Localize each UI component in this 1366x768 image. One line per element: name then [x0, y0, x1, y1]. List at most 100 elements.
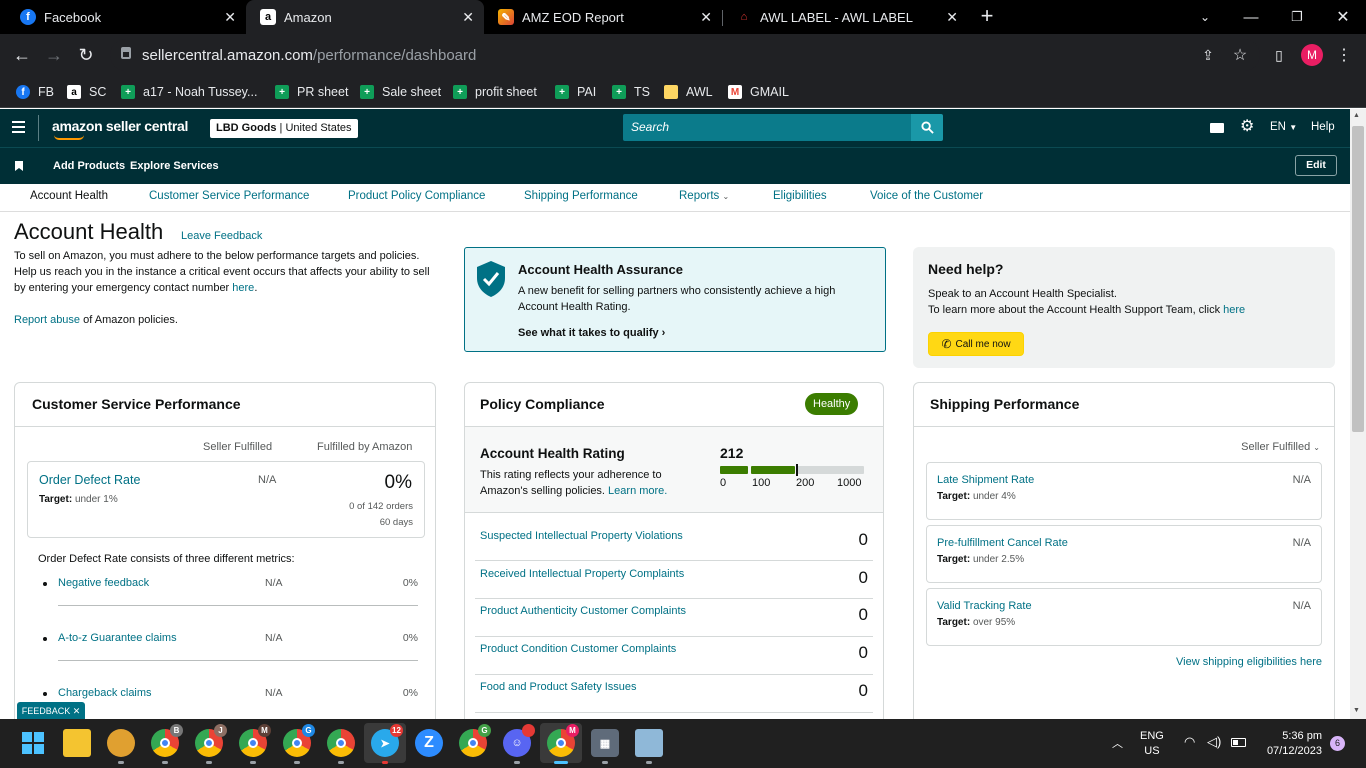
- bookmark-item[interactable]: AWL: [664, 82, 713, 102]
- windows-start-icon[interactable]: [19, 729, 47, 757]
- edit-button[interactable]: Edit: [1295, 155, 1337, 176]
- language-indicator[interactable]: ENG US: [1140, 729, 1164, 759]
- search-button[interactable]: [911, 114, 943, 141]
- mail-icon[interactable]: [1210, 123, 1224, 133]
- volume-icon[interactable]: ◁): [1207, 734, 1221, 750]
- bookmark-item[interactable]: + Sale sheet: [360, 82, 441, 102]
- order-defect-rate-link[interactable]: Order Defect Rate: [39, 473, 140, 487]
- clock[interactable]: 5:36 pm 07/12/2023: [1262, 729, 1322, 759]
- tab-reports[interactable]: Reports ⌄: [679, 190, 729, 202]
- new-tab-plus-icon[interactable]: +: [976, 4, 998, 28]
- share-icon[interactable]: ⇪: [1195, 42, 1221, 68]
- restore-icon[interactable]: ❐: [1274, 0, 1320, 34]
- add-products-link[interactable]: Add Products: [53, 160, 125, 172]
- close-icon[interactable]: ✕: [224, 9, 236, 26]
- battery-icon[interactable]: [1231, 738, 1246, 747]
- bookmark-item[interactable]: + PR sheet: [275, 82, 348, 102]
- chrome-icon[interactable]: M: [547, 724, 579, 764]
- file-explorer-icon[interactable]: [63, 729, 91, 757]
- search-input[interactable]: Search: [623, 114, 911, 141]
- tab-amz-eod-report[interactable]: ✎ AMZ EOD Report ✕: [484, 0, 722, 34]
- hamburger-menu-icon[interactable]: [12, 121, 25, 133]
- tab-facebook[interactable]: f Facebook ✕: [0, 0, 246, 34]
- late-shipment-rate-link[interactable]: Late Shipment Rate: [937, 474, 1034, 486]
- close-icon[interactable]: ✕: [462, 9, 474, 26]
- chrome-icon[interactable]: G: [283, 724, 315, 764]
- tab-awl-label[interactable]: ⌂ AWL LABEL - AWL LABEL ✕: [722, 0, 968, 34]
- tab-voice-of-the-customer[interactable]: Voice of the Customer: [870, 190, 983, 202]
- profile-avatar[interactable]: M: [1301, 44, 1323, 66]
- language-selector[interactable]: EN ▼: [1270, 121, 1297, 133]
- feedback-tab[interactable]: FEEDBACK ✕: [17, 702, 85, 720]
- policy-item-link[interactable]: Product Authenticity Customer Complaints: [480, 605, 686, 617]
- tab-product-policy-compliance[interactable]: Product Policy Compliance: [348, 190, 485, 202]
- negative-feedback-link[interactable]: Negative feedback: [58, 577, 149, 589]
- store-switcher[interactable]: LBD Goods | United States: [210, 119, 358, 138]
- support-team-link[interactable]: here: [1223, 304, 1245, 316]
- calculator-icon[interactable]: ▦: [591, 729, 619, 764]
- bookmark-item[interactable]: a SC: [67, 82, 106, 102]
- tab-shipping-performance[interactable]: Shipping Performance: [524, 190, 638, 202]
- chrome-icon[interactable]: J: [195, 724, 227, 764]
- shipping-eligibilities-link[interactable]: View shipping eligibilities here: [1176, 656, 1322, 668]
- bookmark-item[interactable]: f FB: [16, 82, 54, 102]
- bookmark-item[interactable]: M GMAIL: [728, 82, 789, 102]
- minimize-icon[interactable]: —: [1228, 0, 1274, 34]
- leave-feedback-link[interactable]: Leave Feedback: [181, 230, 262, 242]
- assurance-qualify-link[interactable]: See what it takes to qualify ›: [518, 327, 665, 339]
- zoom-icon[interactable]: Z: [415, 729, 443, 757]
- gear-icon[interactable]: ⚙: [1240, 119, 1254, 135]
- chargeback-claims-link[interactable]: Chargeback claims: [58, 687, 152, 699]
- bookmark-icon[interactable]: [15, 161, 23, 171]
- fulfillment-filter-dropdown[interactable]: Seller Fulfilled ⌄: [1241, 441, 1320, 453]
- telegram-icon[interactable]: ➤ 12: [371, 724, 403, 764]
- policy-item-link[interactable]: Received Intellectual Property Complaint…: [480, 568, 684, 580]
- notification-count-badge[interactable]: 6: [1330, 736, 1345, 751]
- report-abuse-link[interactable]: Report abuse: [14, 314, 80, 326]
- tab-account-health[interactable]: Account Health: [30, 190, 108, 202]
- chrome-icon[interactable]: G: [459, 724, 491, 757]
- chrome-icon[interactable]: M: [239, 724, 271, 764]
- call-me-now-button[interactable]: ✆ Call me now: [928, 332, 1024, 356]
- scrollbar-thumb[interactable]: [1352, 126, 1364, 432]
- emergency-contact-link[interactable]: here: [232, 282, 254, 294]
- scroll-down-icon[interactable]: ▼: [1353, 707, 1360, 714]
- policy-item-link[interactable]: Product Condition Customer Complaints: [480, 643, 676, 655]
- scroll-up-icon[interactable]: ▲: [1353, 112, 1360, 119]
- window-close-icon[interactable]: ✕: [1320, 0, 1366, 34]
- reload-icon[interactable]: ↻: [73, 42, 99, 68]
- close-icon[interactable]: ✕: [700, 9, 712, 26]
- discord-icon[interactable]: ☺: [503, 724, 535, 764]
- bookmark-item[interactable]: + PAI: [555, 82, 596, 102]
- chrome-icon[interactable]: [327, 729, 355, 764]
- tab-eligibilities[interactable]: Eligibilities: [773, 190, 827, 202]
- explore-services-link[interactable]: Explore Services: [130, 160, 219, 172]
- bookmark-item[interactable]: + TS: [612, 82, 650, 102]
- chrome-icon[interactable]: B: [151, 724, 183, 764]
- a-to-z-claims-link[interactable]: A-to-z Guarantee claims: [58, 632, 177, 644]
- help-link[interactable]: Help: [1311, 121, 1335, 133]
- wifi-icon[interactable]: ◠: [1184, 734, 1195, 750]
- learn-more-link[interactable]: Learn more.: [608, 485, 667, 497]
- bookmark-item[interactable]: + a17 - Noah Tussey...: [121, 82, 257, 102]
- url-bar[interactable]: sellercentral.amazon.com/performance/das…: [110, 39, 1260, 71]
- seller-central-logo[interactable]: amazon seller central: [52, 118, 188, 140]
- policy-item-link[interactable]: Food and Product Safety Issues: [480, 681, 637, 693]
- policy-item-link[interactable]: Suspected Intellectual Property Violatio…: [480, 530, 683, 542]
- back-arrow-icon[interactable]: ←: [9, 42, 35, 68]
- forward-arrow-icon[interactable]: →: [41, 42, 67, 68]
- valid-tracking-rate-link[interactable]: Valid Tracking Rate: [937, 600, 1032, 612]
- side-panel-icon[interactable]: ▯: [1266, 42, 1292, 68]
- pre-fulfillment-cancel-rate-link[interactable]: Pre-fulfillment Cancel Rate: [937, 537, 1068, 549]
- notepad-icon[interactable]: [635, 729, 663, 764]
- menu-kebab-icon[interactable]: ⋮: [1331, 42, 1357, 68]
- close-icon[interactable]: ✕: [946, 9, 958, 26]
- close-icon[interactable]: ✕: [73, 706, 81, 716]
- bookmark-star-icon[interactable]: ☆: [1227, 42, 1253, 68]
- tab-search-chevron-icon[interactable]: ⌄: [1182, 0, 1228, 34]
- app-icon[interactable]: [107, 729, 135, 764]
- tab-customer-service-performance[interactable]: Customer Service Performance: [149, 190, 309, 202]
- tab-amazon[interactable]: a Amazon ✕: [246, 0, 484, 34]
- bookmark-item[interactable]: + profit sheet: [453, 82, 537, 102]
- chevron-up-icon[interactable]: ︿: [1112, 735, 1123, 751]
